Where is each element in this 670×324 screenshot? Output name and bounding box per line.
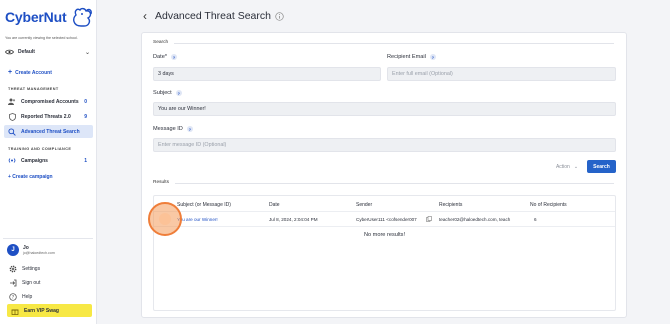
date-input[interactable]: 3 days: [153, 67, 381, 81]
users-icon: [8, 98, 16, 106]
earn-swag-button[interactable]: Earn VIP Swag: [7, 304, 92, 317]
user-email: jo@haloedtech.com: [23, 251, 55, 255]
result-sender: CyberUser111 <cofsender007: [356, 217, 417, 222]
recipient-email-label: Recipient Email ?: [387, 54, 436, 60]
section-training-compliance: TRAINING AND COMPLIANCE: [8, 147, 72, 151]
help-label: Help: [22, 294, 33, 300]
no-more-results: No more results!: [363, 232, 406, 238]
info-icon[interactable]: [275, 11, 284, 21]
gift-icon: [11, 307, 19, 315]
message-id-label-text: Message ID: [153, 126, 183, 132]
message-id-input[interactable]: Enter message ID (Optional): [153, 138, 616, 152]
page-title: Advanced Threat Search: [155, 10, 271, 22]
chevron-left-icon: ‹: [143, 9, 147, 23]
section-threat-management: THREAT MANAGEMENT: [8, 87, 59, 91]
result-subject-link[interactable]: You are our Winner!: [177, 217, 218, 222]
divider: [154, 226, 615, 227]
search-card: Search Date* ? 3 days Recipient Email ? …: [141, 32, 627, 318]
count-badge: 9: [84, 113, 87, 120]
column-header-recipients: Recipients: [439, 202, 463, 208]
recipient-email-input[interactable]: Enter full email (Optional): [387, 67, 616, 81]
divider: [174, 43, 614, 44]
chevron-down-icon: ⌄: [573, 163, 579, 170]
sign-out-icon: [9, 279, 17, 287]
create-campaign-label: + Create campaign: [8, 174, 53, 180]
gear-icon: [9, 265, 17, 273]
sidebar-item-reported-threats[interactable]: Reported Threats 2.0 9: [4, 110, 93, 123]
recipient-email-label-text: Recipient Email: [387, 54, 426, 60]
divider: [154, 211, 615, 212]
search-button[interactable]: Search: [587, 160, 616, 173]
settings-button[interactable]: Settings: [9, 265, 40, 273]
subject-label: Subject ?: [153, 90, 182, 96]
click-indicator: [148, 202, 182, 236]
settings-label: Settings: [22, 266, 41, 272]
column-header-recipient-count: No of Recipients: [530, 202, 567, 208]
shield-icon: [8, 112, 16, 121]
results-legend: Results: [153, 180, 169, 185]
help-icon[interactable]: ?: [429, 54, 436, 60]
back-button[interactable]: ‹: [140, 8, 150, 24]
sidebar-item-label: Compromised Accounts: [21, 98, 79, 105]
action-label: Action: [555, 163, 570, 170]
sign-out-button[interactable]: Sign out: [9, 279, 40, 287]
copy-icon[interactable]: [426, 216, 432, 222]
sidebar: CyberNut You are currently viewing the s…: [0, 0, 97, 324]
result-recipient-count: 6: [534, 217, 537, 222]
help-icon: ?: [9, 293, 17, 301]
user-profile[interactable]: J Jo jo@haloedtech.com: [7, 244, 55, 256]
count-badge: 1: [84, 157, 87, 164]
school-select-value: Default: [18, 49, 35, 55]
column-header-sender: Sender: [356, 202, 373, 208]
click-indicator-center: [159, 213, 171, 225]
broadcast-icon: [8, 157, 16, 165]
eye-icon: [5, 49, 14, 55]
squirrel-logo-icon: [73, 7, 93, 27]
subject-input[interactable]: You are our Winner!: [153, 102, 616, 116]
date-label-text: Date*: [153, 54, 167, 60]
create-campaign-link[interactable]: + Create campaign: [8, 174, 53, 180]
sign-out-label: Sign out: [22, 280, 41, 286]
logo-text: CyberNut: [5, 9, 67, 25]
date-label: Date* ?: [153, 54, 177, 60]
help-button[interactable]: ? Help: [9, 293, 32, 301]
sidebar-item-label: Advanced Threat Search: [21, 128, 80, 135]
help-icon[interactable]: ?: [175, 90, 182, 96]
search-legend: Search: [153, 40, 169, 45]
create-account-link[interactable]: + Create Account: [8, 69, 52, 76]
chevron-down-icon: ⌄: [84, 49, 90, 56]
subject-label-text: Subject: [153, 90, 172, 96]
sidebar-item-label: Reported Threats 2.0: [21, 113, 71, 120]
result-recipients: teacher02@haloedtech.com, teach: [439, 217, 511, 222]
message-id-label: Message ID ?: [153, 126, 193, 132]
results-table: Subject (or Message ID) Date Sender Reci…: [153, 195, 616, 311]
column-header-date: Date: [269, 202, 280, 208]
page-header: ‹ Advanced Threat Search: [140, 8, 284, 24]
sidebar-bottom: J Jo jo@haloedtech.com Settings Sign out: [3, 238, 93, 320]
help-icon[interactable]: ?: [171, 54, 177, 60]
count-badge: 0: [84, 98, 87, 105]
plus-icon: +: [8, 69, 13, 76]
logo[interactable]: CyberNut: [5, 6, 93, 28]
action-dropdown[interactable]: Action ⌄: [550, 160, 584, 173]
viewing-note: You are currently viewing the selected s…: [5, 36, 78, 40]
result-date: Jul 8, 2024, 2:04:04 PM: [269, 217, 318, 222]
sidebar-item-label: Campaigns: [21, 157, 48, 164]
divider: [175, 183, 614, 184]
sidebar-item-advanced-threat-search[interactable]: Advanced Threat Search: [4, 125, 93, 138]
column-header-subject: Subject (or Message ID): [177, 202, 231, 208]
app-root: CyberNut You are currently viewing the s…: [0, 0, 670, 324]
sidebar-item-campaigns[interactable]: Campaigns 1: [4, 154, 93, 167]
create-account-label: Create Account: [15, 69, 52, 76]
school-select[interactable]: Default ⌄: [5, 45, 90, 59]
avatar: J: [7, 244, 19, 256]
sidebar-item-compromised-accounts[interactable]: Compromised Accounts 0: [4, 95, 93, 108]
earn-swag-label: Earn VIP Swag: [24, 307, 59, 314]
help-icon[interactable]: ?: [186, 126, 193, 132]
search-icon: [8, 127, 16, 136]
